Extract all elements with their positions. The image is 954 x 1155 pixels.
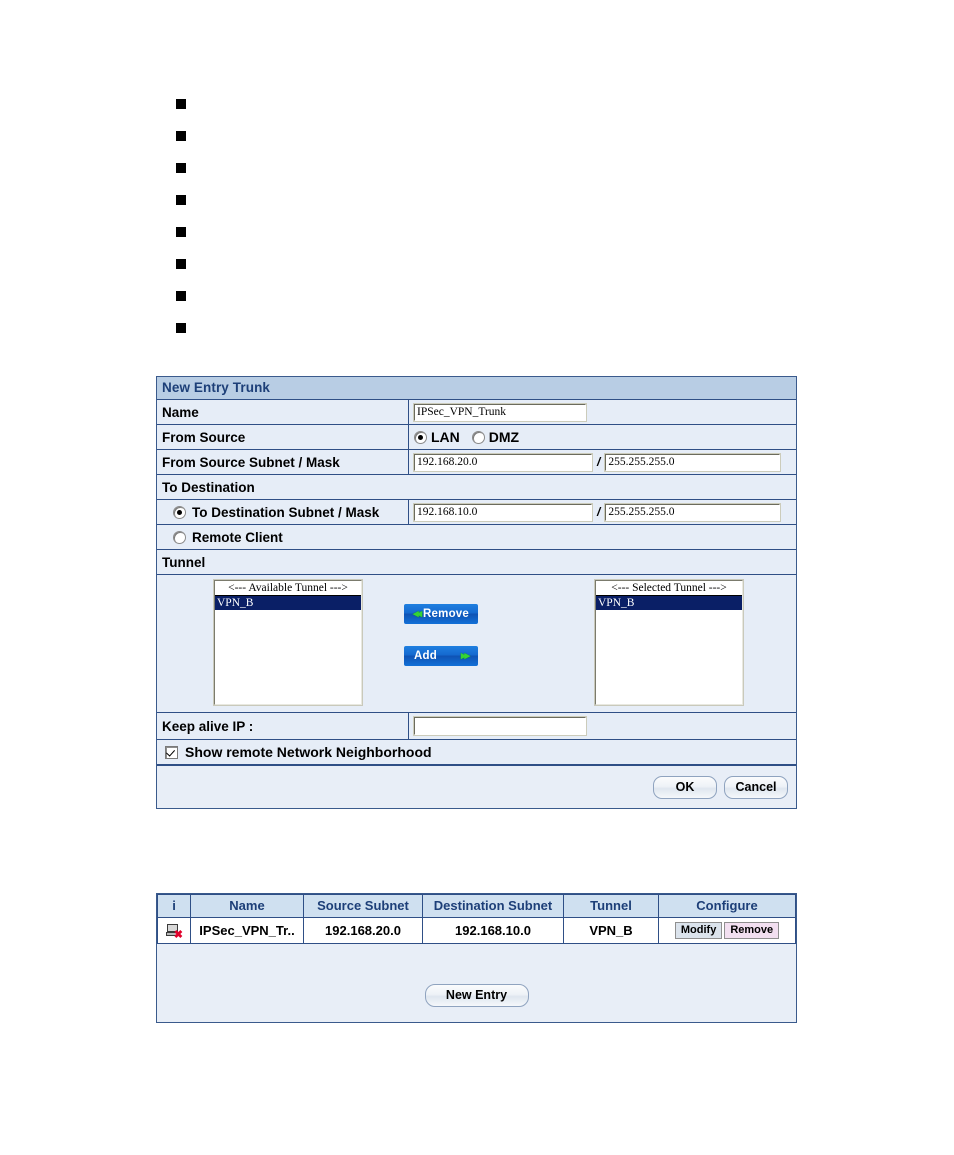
- keep-alive-input[interactable]: [413, 716, 587, 736]
- row-configure-cell: Modify Remove: [658, 917, 796, 944]
- bullet-square-icon: [176, 99, 186, 109]
- form-row-tunnel-header: Tunnel: [157, 550, 796, 575]
- radio-remote-client[interactable]: [173, 530, 186, 544]
- from-subnet-value-cell: 192.168.20.0 / 255.255.255.0: [409, 450, 796, 474]
- selected-tunnel-header: <--- Selected Tunnel --->: [596, 581, 742, 596]
- column-header-source-subnet: Source Subnet: [303, 894, 423, 918]
- available-tunnel-listbox[interactable]: <--- Available Tunnel ---> VPN_B: [213, 579, 363, 706]
- radio-lan-label: LAN: [431, 429, 460, 445]
- cancel-button[interactable]: Cancel: [724, 775, 788, 799]
- slash-separator: /: [597, 455, 601, 469]
- tunnel-label: Tunnel: [162, 554, 206, 570]
- show-neighborhood-checkbox[interactable]: [165, 745, 178, 759]
- row-destination-subnet: 192.168.10.0: [422, 917, 564, 944]
- column-header-i: i: [157, 894, 191, 918]
- bullet-square-icon: [176, 163, 186, 173]
- radio-lan[interactable]: [414, 430, 427, 444]
- row-tunnel: VPN_B: [563, 917, 659, 944]
- list-item: [176, 216, 476, 248]
- chooser-buttons: ◂◂ Remove Add ▸▸: [404, 580, 478, 666]
- table-row: ✖ IPSec_VPN_Tr.. 192.168.20.0 192.168.10…: [157, 917, 796, 944]
- row-name: IPSec_VPN_Tr..: [190, 917, 304, 944]
- keep-alive-value-cell: [409, 713, 796, 739]
- list-item[interactable]: VPN_B: [215, 596, 361, 610]
- form-row-from-subnet: From Source Subnet / Mask 192.168.20.0 /…: [157, 450, 796, 475]
- to-dest-mask-input[interactable]: 255.255.255.0: [604, 502, 782, 522]
- form-row-to-destination-header: To Destination: [157, 475, 796, 500]
- form-row-from-source: From Source LAN DMZ: [157, 425, 796, 450]
- page-title: New Entry Trunk: [157, 377, 796, 400]
- list-item: [176, 120, 476, 152]
- list-item: [176, 88, 476, 120]
- list-item: [176, 248, 476, 280]
- table-spacer: [157, 944, 796, 984]
- name-input[interactable]: IPSec_VPN_Trunk: [413, 402, 587, 422]
- show-neighborhood-cell[interactable]: Show remote Network Neighborhood: [157, 740, 796, 764]
- modify-button[interactable]: Modify: [674, 922, 723, 939]
- form-row-remote-client: Remote Client: [157, 525, 796, 550]
- from-subnet-input[interactable]: 192.168.20.0: [413, 452, 593, 472]
- form-row-to-dest-subnet: To Destination Subnet / Mask 192.168.10.…: [157, 500, 796, 525]
- remove-tunnel-button[interactable]: ◂◂ Remove: [404, 604, 478, 624]
- bullet-square-icon: [176, 227, 186, 237]
- keep-alive-label: Keep alive IP :: [157, 713, 409, 739]
- to-dest-subnet-label: To Destination Subnet / Mask: [192, 504, 380, 520]
- from-source-options: LAN DMZ: [409, 425, 796, 449]
- form-row-keep-alive: Keep alive IP :: [157, 713, 796, 740]
- to-dest-subnet-input[interactable]: 192.168.10.0: [413, 502, 593, 522]
- new-entry-trunk-form: New Entry Trunk Name IPSec_VPN_Trunk Fro…: [156, 376, 797, 809]
- remove-button[interactable]: Remove: [724, 922, 780, 939]
- form-row-name: Name IPSec_VPN_Trunk: [157, 400, 796, 425]
- trunk-list-panel: i Name Source Subnet Destination Subnet …: [156, 893, 797, 1023]
- to-destination-label: To Destination: [162, 479, 255, 495]
- radio-dmz-label: DMZ: [488, 429, 520, 445]
- to-dest-subnet-cell: To Destination Subnet / Mask: [157, 500, 409, 524]
- to-dest-value-cell: 192.168.10.0 / 255.255.255.0: [409, 500, 796, 524]
- computer-disconnected-icon: ✖: [166, 923, 183, 940]
- show-neighborhood-label: Show remote Network Neighborhood: [185, 744, 432, 760]
- row-source-subnet: 192.168.20.0: [303, 917, 423, 944]
- form-footer: OK Cancel: [157, 766, 796, 808]
- column-header-destination-subnet: Destination Subnet: [422, 894, 564, 918]
- ok-button[interactable]: OK: [653, 775, 717, 799]
- list-item[interactable]: VPN_B: [596, 596, 742, 610]
- double-chevron-left-icon: ◂◂: [413, 607, 422, 620]
- bullet-list: [176, 88, 476, 344]
- row-status-cell: ✖: [157, 917, 191, 944]
- column-header-configure: Configure: [658, 894, 796, 918]
- list-item: [176, 184, 476, 216]
- bullet-square-icon: [176, 131, 186, 141]
- column-header-name: Name: [190, 894, 304, 918]
- from-mask-input[interactable]: 255.255.255.0: [604, 452, 782, 472]
- available-tunnel-header: <--- Available Tunnel --->: [215, 581, 361, 596]
- bullet-square-icon: [176, 259, 186, 269]
- radio-dmz[interactable]: [471, 430, 485, 444]
- add-tunnel-label: Add: [414, 650, 437, 662]
- from-source-label: From Source: [157, 425, 409, 449]
- bullet-square-icon: [176, 323, 186, 333]
- remove-tunnel-label: Remove: [423, 608, 469, 620]
- list-item: [176, 312, 476, 344]
- slash-separator: /: [597, 505, 601, 519]
- tunnel-chooser: <--- Available Tunnel ---> VPN_B ◂◂ Remo…: [157, 575, 796, 713]
- double-chevron-right-icon: ▸▸: [460, 649, 470, 662]
- table-header-row: i Name Source Subnet Destination Subnet …: [157, 894, 796, 918]
- name-label: Name: [157, 400, 409, 424]
- name-value-cell: IPSec_VPN_Trunk: [409, 400, 796, 424]
- remote-client-cell: Remote Client: [157, 525, 796, 549]
- form-row-show-neighborhood: Show remote Network Neighborhood: [157, 740, 796, 766]
- column-header-tunnel: Tunnel: [563, 894, 659, 918]
- bullet-square-icon: [176, 291, 186, 301]
- radio-to-destination-subnet[interactable]: [173, 505, 186, 519]
- add-tunnel-button[interactable]: Add ▸▸: [404, 646, 478, 666]
- bullet-square-icon: [176, 195, 186, 205]
- from-subnet-label: From Source Subnet / Mask: [157, 450, 409, 474]
- new-entry-wrap: New Entry: [157, 984, 796, 1022]
- trunk-table: i Name Source Subnet Destination Subnet …: [157, 894, 796, 944]
- remote-client-label: Remote Client: [192, 529, 283, 545]
- new-entry-button[interactable]: New Entry: [424, 984, 529, 1007]
- list-item: [176, 152, 476, 184]
- list-item: [176, 280, 476, 312]
- selected-tunnel-listbox[interactable]: <--- Selected Tunnel ---> VPN_B: [594, 579, 744, 706]
